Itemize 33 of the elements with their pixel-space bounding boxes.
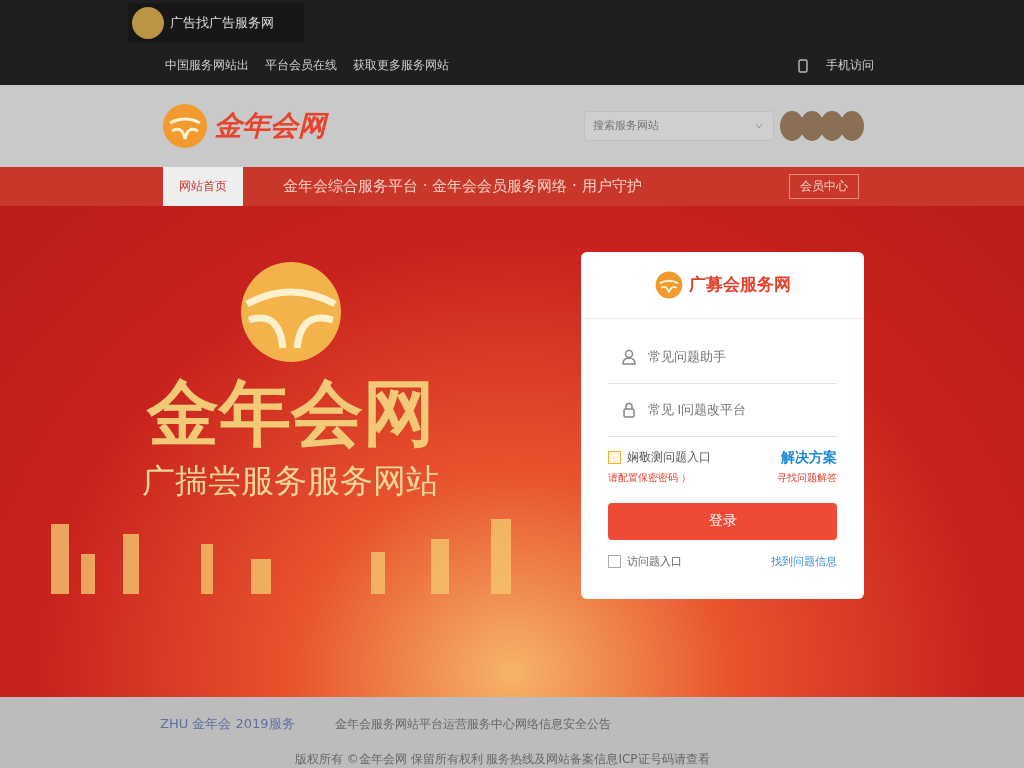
copyright-text: 版权所有 ©金年会网 保留所有权利 服务热线及网站备案信息ICP证号码请查看 — [294, 751, 711, 768]
login-button[interactable]: 登录 — [608, 502, 837, 540]
footer-logo: ZHU 金年会 2019服务 — [160, 715, 295, 733]
option-label: 娴敬测问题入口 — [627, 449, 711, 467]
hero-subtitle: 广揣尝服务服务网站 — [142, 459, 439, 502]
coin-icon — [132, 7, 164, 39]
home-tab[interactable]: 网站首页 — [163, 166, 243, 206]
footer-info: 金年会服务网站平台运营服务中心网络信息安全公告 — [334, 715, 611, 733]
top-link[interactable]: 中国服务网站出 — [165, 57, 249, 75]
solution-link[interactable]: 解决方案 — [781, 448, 837, 467]
nav-slogan: 金年会综合服务平台 · 金年会会员服务网络 · 用户守护 — [283, 176, 642, 196]
top-link[interactable]: 获取更多服务网站 — [353, 57, 449, 75]
logo-icon — [654, 270, 683, 299]
help-link[interactable]: 寻找问题解答 — [777, 470, 837, 485]
lock-icon — [622, 401, 636, 418]
avatar — [780, 110, 804, 141]
user-icon — [622, 348, 636, 365]
emblem-icon — [238, 259, 343, 364]
member-link[interactable]: 会员中心 — [789, 173, 859, 199]
checkbox[interactable] — [608, 554, 621, 568]
avatar — [840, 110, 864, 141]
mobile-link[interactable]: 手机访问 — [826, 57, 874, 75]
hint-text: 请配置保密密码 ） — [608, 470, 692, 485]
logo-icon — [162, 102, 208, 149]
checkbox-label: 访问题入口 — [627, 553, 682, 569]
top-link[interactable]: 平台会员在线 — [265, 57, 337, 75]
info-link[interactable]: 找到问题信息 — [771, 553, 837, 569]
search-field[interactable]: 搜索服务网站 — [584, 110, 774, 141]
phone-icon — [796, 58, 810, 73]
site-name: 广告找广告服务网 — [170, 14, 274, 32]
checkbox[interactable] — [608, 451, 621, 465]
login-brand: 广募会服务网 — [688, 273, 791, 297]
hero-title: 金年会网 — [146, 373, 435, 453]
